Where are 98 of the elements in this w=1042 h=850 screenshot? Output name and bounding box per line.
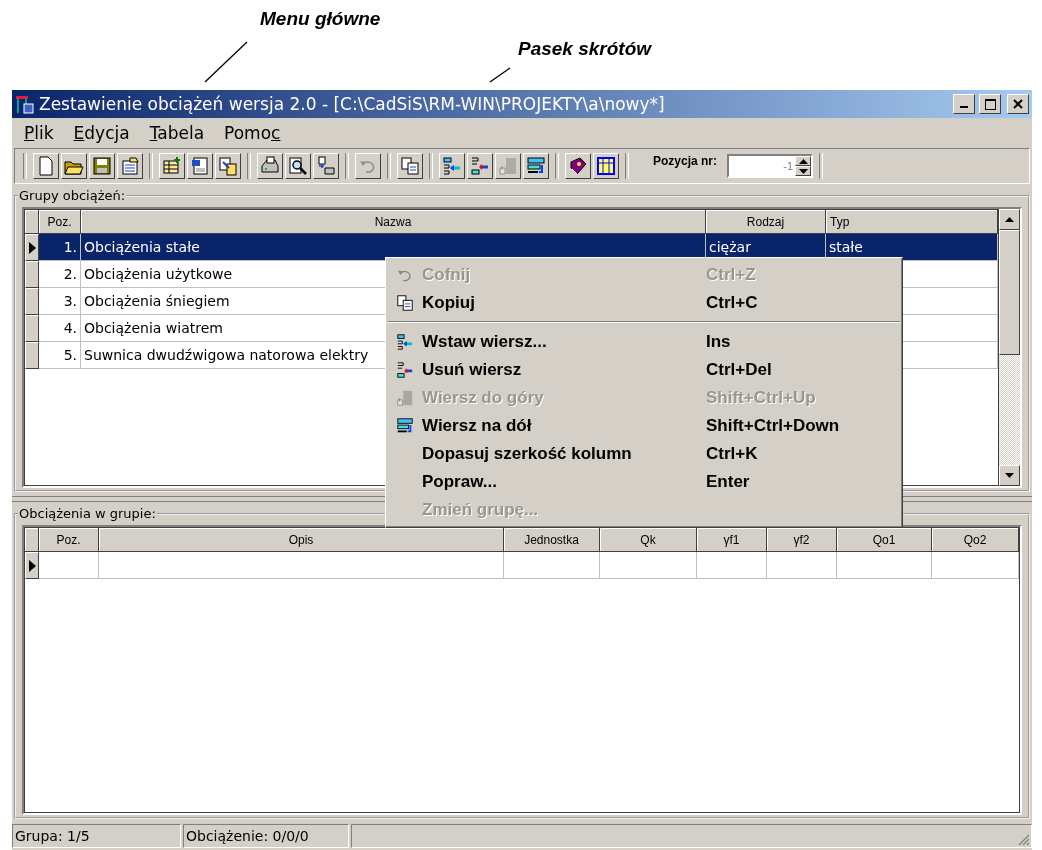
group-label: Grupy obciążeń:: [18, 188, 127, 203]
row-down-icon: [396, 417, 414, 435]
column-header[interactable]: Opis: [99, 528, 504, 552]
toolbar-button[interactable]: [439, 153, 465, 179]
insert-row-icon: [442, 156, 462, 176]
menu-item[interactable]: Wiersz na dół Shift+Ctrl+Down: [388, 412, 900, 440]
menu-item[interactable]: Popraw... Enter: [388, 468, 900, 496]
toolbar-button[interactable]: [61, 153, 87, 179]
documents-icon: [218, 156, 238, 176]
document-icon: [36, 156, 56, 176]
copy-icon: [396, 294, 414, 312]
close-icon: [1013, 99, 1023, 109]
column-header[interactable]: γf1: [697, 528, 767, 552]
grid-icon: [596, 156, 616, 176]
delete-row-icon: [470, 156, 490, 176]
scroll-up-icon: [1005, 217, 1014, 222]
form-icon: [120, 156, 140, 176]
column-header[interactable]: Qo1: [837, 528, 932, 552]
toolbar-button[interactable]: [313, 153, 339, 179]
column-header[interactable]: Jednostka: [504, 528, 600, 552]
table-cell: 4.: [39, 315, 81, 342]
leader-line: [204, 41, 248, 83]
row-indicator-icon: [28, 241, 36, 254]
magnifier-icon: [288, 156, 308, 176]
group-label: Obciążenia w grupie:: [18, 506, 157, 521]
spin-down-icon: [798, 168, 808, 174]
toolbar-button[interactable]: [215, 153, 241, 179]
menu-item[interactable]: Pomoc: [216, 121, 289, 145]
insert-row-icon: [396, 333, 414, 351]
status-text: Grupa: 1/5: [12, 824, 181, 848]
maximize-icon: [984, 98, 996, 110]
toolbar-button[interactable]: [593, 153, 619, 179]
toolbar-button[interactable]: [523, 153, 549, 179]
resize-grip-icon: [1018, 834, 1030, 846]
leader-line: [489, 67, 511, 83]
table-cell: stałe: [826, 234, 998, 261]
toolbar-button[interactable]: [285, 153, 311, 179]
menu-item[interactable]: Dopasuj szerkość kolumn Ctrl+K: [388, 440, 900, 468]
toolbar-button[interactable]: [187, 153, 213, 179]
table-cell: [39, 552, 99, 579]
table-cell: [697, 552, 767, 579]
book-icon: [568, 156, 588, 176]
table-cell: 2.: [39, 261, 81, 288]
toolbar-button[interactable]: [467, 153, 493, 179]
callout-label: Pasek skrótów: [518, 38, 652, 60]
row-selector[interactable]: [25, 288, 39, 315]
maximize-button[interactable]: [979, 94, 1001, 114]
table-cell: 5.: [39, 342, 81, 369]
row-indicator-icon: [28, 559, 36, 572]
toolbar-button[interactable]: [89, 153, 115, 179]
toolbar-button[interactable]: [397, 153, 423, 179]
menu-item[interactable]: Plik: [16, 121, 62, 145]
toolbar-button[interactable]: [159, 153, 185, 179]
copy-icon: [400, 156, 420, 176]
table-cell: Obciążenia stałe: [81, 234, 706, 261]
column-header[interactable]: Poz.: [39, 528, 99, 552]
toolbar-button[interactable]: [565, 153, 591, 179]
status-text: Obciążenie: 0/0/0: [183, 824, 349, 848]
column-header[interactable]: γf2: [767, 528, 837, 552]
menu-item[interactable]: Edycja: [65, 121, 138, 145]
table-cell: [767, 552, 837, 579]
column-header[interactable]: Nazwa: [81, 210, 706, 234]
table-icon: [162, 156, 182, 176]
table-cell: 1.: [39, 234, 81, 261]
word-document-icon: [190, 156, 210, 176]
row-selector[interactable]: [25, 261, 39, 288]
position-label: Pozycja nr:: [653, 154, 718, 168]
row-selector[interactable]: [25, 234, 39, 261]
scrollbar[interactable]: [999, 209, 1020, 486]
toolbar-button[interactable]: [117, 153, 143, 179]
menu-item[interactable]: Tabela: [141, 121, 213, 145]
close-button[interactable]: [1007, 94, 1029, 114]
column-header[interactable]: Rodzaj: [706, 210, 826, 234]
row-selector[interactable]: [25, 315, 39, 342]
row-down-icon: [526, 156, 546, 176]
document-printer-icon: [316, 156, 336, 176]
spin-up-icon: [798, 158, 808, 164]
row-selector[interactable]: [25, 342, 39, 369]
row-up-icon: [498, 156, 518, 176]
callout-label: Menu główne: [260, 8, 381, 30]
window-title: Zestawienie obciążeń wersja 2.0 - [C:\CadSiS\RM-WIN\PROJEKTY\a\nowy*]: [39, 94, 666, 114]
app-icon: [15, 94, 35, 114]
column-header[interactable]: Qk: [600, 528, 697, 552]
position-spinner[interactable]: -1: [727, 154, 814, 178]
column-header[interactable]: Qo2: [932, 528, 1019, 552]
delete-row-icon: [396, 361, 414, 379]
minimize-button[interactable]: [953, 94, 975, 114]
row-selector[interactable]: [25, 552, 39, 579]
row-up-icon: [396, 389, 414, 407]
toolbar-button[interactable]: [33, 153, 59, 179]
column-header[interactable]: Poz.: [39, 210, 81, 234]
menu-item[interactable]: Kopiuj Ctrl+C: [388, 289, 900, 322]
toolbar-button[interactable]: [257, 153, 283, 179]
floppy-icon: [92, 156, 112, 176]
table-cell: 3.: [39, 288, 81, 315]
printer-icon: [260, 156, 280, 176]
column-header[interactable]: Typ: [826, 210, 998, 234]
scroll-down-icon: [1005, 473, 1014, 478]
